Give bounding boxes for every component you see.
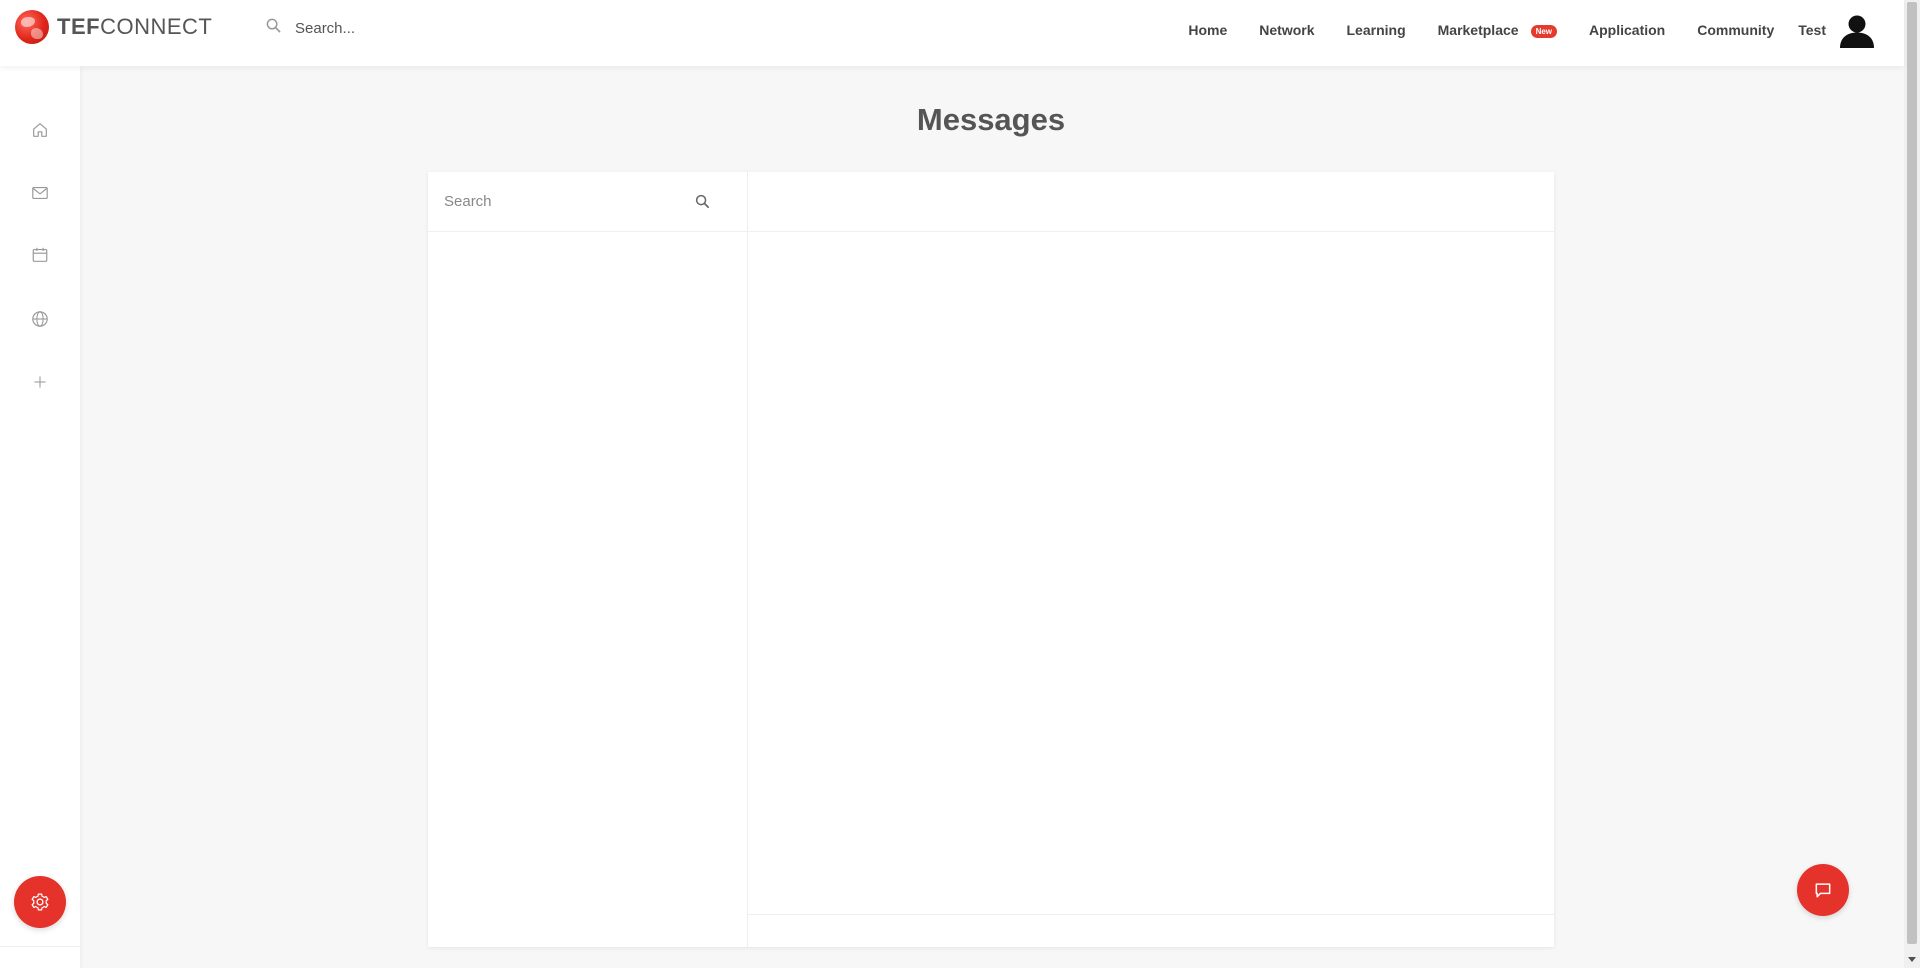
sidebar-divider (0, 946, 80, 947)
page-title: Messages (916, 102, 1066, 137)
conversation-list (428, 172, 748, 947)
composer-divider (748, 914, 1554, 915)
nav-marketplace[interactable]: Marketplace New (1438, 22, 1558, 38)
page-scrollbar[interactable] (1904, 0, 1920, 968)
gear-icon (31, 893, 49, 911)
messages-panel (428, 172, 1554, 947)
top-navbar: TEFCONNECT Home Network Learning Marketp… (0, 0, 1904, 66)
conversation-search-input[interactable] (444, 193, 684, 210)
left-sidebar (0, 66, 80, 968)
main-nav: Home Network Learning Marketplace New App… (1188, 0, 1904, 60)
search-icon[interactable] (693, 192, 711, 210)
search-icon (266, 18, 281, 38)
conversation-search (428, 172, 748, 232)
scroll-down-arrow-icon[interactable] (1904, 952, 1920, 968)
global-search (266, 18, 555, 38)
user-name[interactable]: Test (1798, 22, 1826, 38)
global-search-input[interactable] (295, 19, 555, 37)
chat-button[interactable] (1797, 864, 1849, 916)
nav-network[interactable]: Network (1259, 22, 1314, 38)
chat-bubble-icon (1815, 883, 1831, 898)
user-silhouette-icon (1840, 15, 1874, 48)
new-badge: New (1530, 24, 1558, 38)
scrollbar-thumb[interactable] (1907, 2, 1917, 944)
settings-button[interactable] (14, 876, 66, 928)
avatar[interactable] (1838, 11, 1876, 49)
nav-community[interactable]: Community (1697, 22, 1774, 38)
conversation-header (748, 172, 1554, 232)
mail-icon[interactable] (30, 183, 50, 203)
nav-learning[interactable]: Learning (1347, 22, 1406, 38)
tefconnect-logo[interactable]: TEFCONNECT (15, 10, 212, 44)
globe-icon[interactable] (30, 309, 50, 329)
calendar-icon[interactable] (30, 245, 50, 265)
plus-icon[interactable] (30, 372, 50, 392)
logo-text: TEFCONNECT (57, 14, 213, 39)
nav-application[interactable]: Application (1589, 22, 1665, 38)
globe-logo-icon (15, 10, 49, 44)
nav-home[interactable]: Home (1188, 22, 1227, 38)
